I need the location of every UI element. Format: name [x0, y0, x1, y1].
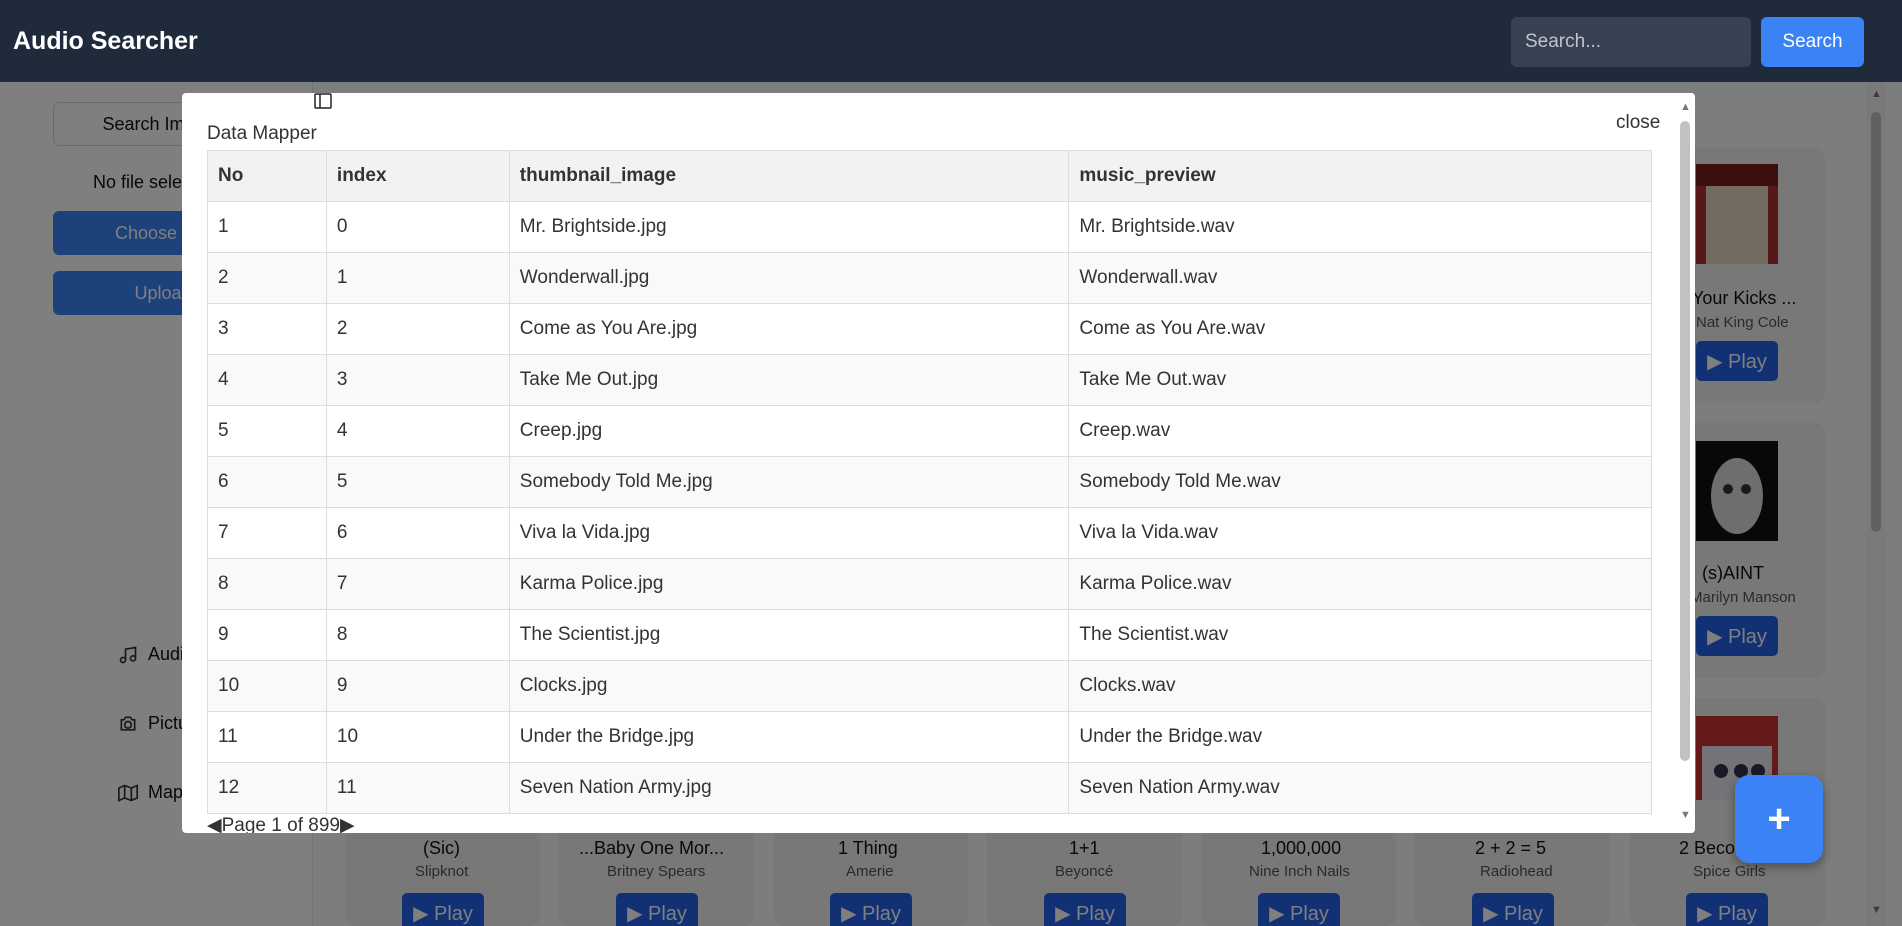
table-row: 6 5 Somebody Told Me.jpg Somebody Told Me.w… [207, 456, 1652, 508]
cell-no: 11 [207, 711, 327, 763]
cell-index: 7 [325, 558, 510, 610]
cell-music-preview: Take Me Out.wav [1068, 354, 1652, 406]
mapper-table: No index thumbnail_image music_preview 1… [207, 150, 1652, 814]
cell-no: 1 [207, 201, 327, 253]
cell-thumbnail-image: Viva la Vida.jpg [508, 507, 1070, 559]
column-header-index: index [325, 150, 510, 202]
cell-thumbnail-image: Under the Bridge.jpg [508, 711, 1070, 763]
table-row: 5 4 Creep.jpg Creep.wav [207, 405, 1652, 457]
cell-no: 2 [207, 252, 327, 304]
table-row: 1 0 Mr. Brightside.jpg Mr. Brightside.wav [207, 201, 1652, 253]
cell-music-preview: Seven Nation Army.wav [1068, 762, 1652, 814]
data-mapper-modal: Data Mapper close No index thumbnail_ima… [182, 93, 1695, 833]
cell-index: 1 [325, 252, 510, 304]
page-indicator: Page 1 of 899 [221, 815, 340, 833]
cell-music-preview: Mr. Brightside.wav [1068, 201, 1652, 253]
cell-index: 2 [325, 303, 510, 355]
cell-index: 8 [325, 609, 510, 661]
cell-no: 12 [207, 762, 327, 814]
cell-no: 6 [207, 456, 327, 508]
modal-scroll-thumb[interactable] [1680, 121, 1690, 761]
cell-no: 10 [207, 660, 327, 712]
prev-page-button[interactable]: ◀ [207, 815, 222, 833]
cell-music-preview: Under the Bridge.wav [1068, 711, 1652, 763]
cell-no: 5 [207, 405, 327, 457]
cell-index: 4 [325, 405, 510, 457]
cell-index: 11 [325, 762, 510, 814]
cell-thumbnail-image: Wonderwall.jpg [508, 252, 1070, 304]
app-title: Audio Searcher [13, 27, 198, 55]
table-row: 12 11 Seven Nation Army.jpg Seven Nation Ar… [207, 762, 1652, 814]
scroll-down-arrow[interactable]: ▼ [1680, 809, 1691, 821]
cell-index: 5 [325, 456, 510, 508]
column-header-thumbnail-image: thumbnail_image [508, 150, 1070, 202]
cell-music-preview: Clocks.wav [1068, 660, 1652, 712]
cell-no: 3 [207, 303, 327, 355]
table-row: 3 2 Come as You Are.jpg Come as You Are.wav [207, 303, 1652, 355]
app-header: Audio Searcher Search [0, 0, 1902, 82]
next-page-button[interactable]: ▶ [340, 815, 355, 833]
cell-thumbnail-image: Somebody Told Me.jpg [508, 456, 1070, 508]
cell-music-preview: Creep.wav [1068, 405, 1652, 457]
cell-thumbnail-image: Mr. Brightside.jpg [508, 201, 1070, 253]
cell-music-preview: Viva la Vida.wav [1068, 507, 1652, 559]
table-row: 4 3 Take Me Out.jpg Take Me Out.wav [207, 354, 1652, 406]
table-row: 2 1 Wonderwall.jpg Wonderwall.wav [207, 252, 1652, 304]
cell-thumbnail-image: Take Me Out.jpg [508, 354, 1070, 406]
add-fab-button[interactable]: + [1735, 775, 1823, 863]
cell-index: 10 [325, 711, 510, 763]
close-button[interactable]: close [1616, 112, 1660, 134]
sidebar-toggle-icon[interactable] [314, 93, 332, 109]
cell-thumbnail-image: Clocks.jpg [508, 660, 1070, 712]
modal-title: Data Mapper [207, 123, 317, 144]
table-row: 8 7 Karma Police.jpg Karma Police.wav [207, 558, 1652, 610]
scroll-up-arrow[interactable]: ▲ [1680, 101, 1691, 113]
cell-no: 9 [207, 609, 327, 661]
cell-thumbnail-image: Come as You Are.jpg [508, 303, 1070, 355]
table-row: 11 10 Under the Bridge.jpg Under the Bridge… [207, 711, 1652, 763]
cell-index: 0 [325, 201, 510, 253]
table-header-row: No index thumbnail_image music_preview [207, 150, 1652, 202]
column-header-music-preview: music_preview [1068, 150, 1652, 202]
cell-music-preview: Come as You Are.wav [1068, 303, 1652, 355]
pagination: ◀Page 1 of 899▶ [207, 814, 355, 833]
table-row: 9 8 The Scientist.jpg The Scientist.wav [207, 609, 1652, 661]
table-row: 10 9 Clocks.jpg Clocks.wav [207, 660, 1652, 712]
search-input[interactable] [1511, 17, 1751, 67]
table-row: 7 6 Viva la Vida.jpg Viva la Vida.wav [207, 507, 1652, 559]
modal-scrollbar[interactable]: ▲ ▼ [1675, 93, 1695, 833]
cell-no: 4 [207, 354, 327, 406]
cell-music-preview: Wonderwall.wav [1068, 252, 1652, 304]
cell-index: 9 [325, 660, 510, 712]
cell-index: 6 [325, 507, 510, 559]
cell-thumbnail-image: The Scientist.jpg [508, 609, 1070, 661]
cell-thumbnail-image: Karma Police.jpg [508, 558, 1070, 610]
search-button[interactable]: Search [1761, 17, 1864, 67]
cell-music-preview: The Scientist.wav [1068, 609, 1652, 661]
cell-thumbnail-image: Seven Nation Army.jpg [508, 762, 1070, 814]
cell-music-preview: Karma Police.wav [1068, 558, 1652, 610]
cell-music-preview: Somebody Told Me.wav [1068, 456, 1652, 508]
cell-thumbnail-image: Creep.jpg [508, 405, 1070, 457]
cell-index: 3 [325, 354, 510, 406]
cell-no: 7 [207, 507, 327, 559]
column-header-no: No [207, 150, 327, 202]
cell-no: 8 [207, 558, 327, 610]
